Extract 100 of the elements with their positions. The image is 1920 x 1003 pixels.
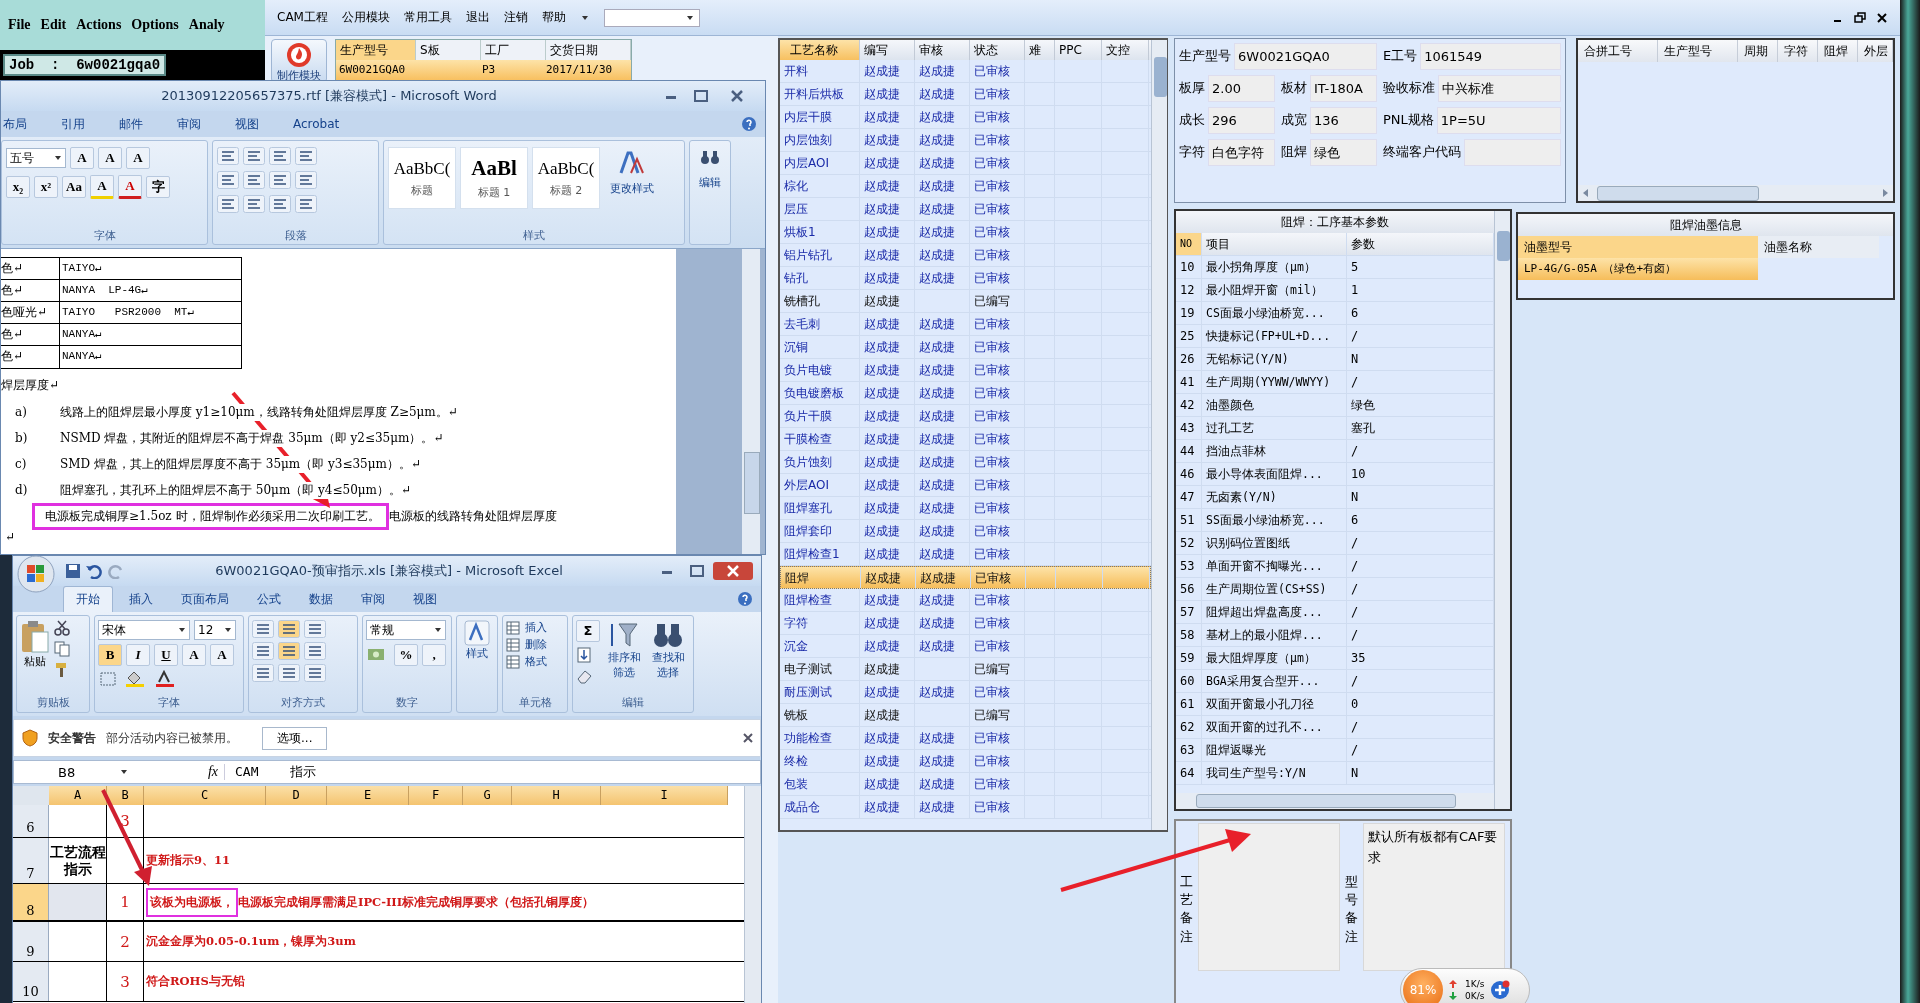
column-header[interactable]: C [144, 786, 266, 805]
format-button[interactable]: A [126, 147, 150, 169]
text-lines-icon[interactable] [269, 195, 291, 213]
text-field[interactable]: 296 [1208, 106, 1275, 134]
save-icon[interactable] [65, 563, 81, 579]
menu-item[interactable]: Actions [76, 17, 122, 33]
column-header[interactable]: F [409, 786, 463, 805]
menu-item[interactable]: CAM工程 [277, 9, 328, 26]
column-header[interactable]: 难 [1025, 40, 1055, 60]
format-button[interactable]: A [118, 175, 142, 199]
process-row[interactable]: 负片电镀 赵成捷 赵成捷 已审核 [780, 359, 1151, 382]
font-size-select[interactable]: 12 [194, 620, 236, 640]
ribbon-tab[interactable]: 审阅 [349, 587, 397, 612]
row-header[interactable]: 8 [13, 884, 49, 920]
text-area[interactable]: 默认所有板都有CAF要求 [1363, 823, 1505, 971]
text-lines-icon[interactable] [269, 171, 291, 189]
column-header[interactable]: D [266, 786, 327, 805]
insert-function-button[interactable]: fx [138, 764, 225, 780]
fill-down-icon[interactable] [576, 647, 594, 663]
row-header[interactable]: 9 [13, 922, 49, 961]
process-row[interactable]: 电子测试 赵成捷 已编写 [780, 658, 1151, 681]
ribbon-tab[interactable]: 邮件 [119, 115, 143, 133]
column-header[interactable]: 文控 [1102, 40, 1149, 60]
process-row[interactable]: 去毛刺 赵成捷 赵成捷 已审核 [780, 313, 1151, 336]
column-header[interactable]: 审核 [915, 40, 970, 60]
process-row[interactable]: 烘板1 赵成捷 赵成捷 已审核 [780, 221, 1151, 244]
help-icon[interactable] [737, 591, 753, 607]
format-button[interactable]: , [422, 644, 446, 666]
column-header[interactable]: 油墨型号 [1518, 236, 1758, 258]
text-field[interactable]: 6W0021GQA0 [1234, 42, 1377, 70]
scrollbar[interactable] [1151, 40, 1167, 830]
text-lines-icon[interactable] [243, 147, 265, 165]
process-row[interactable]: 阻焊套印 赵成捷 赵成捷 已审核 [780, 520, 1151, 543]
format-button[interactable]: Aa [62, 176, 86, 198]
text-lines-icon[interactable] [217, 195, 239, 213]
process-row[interactable]: 内层AOI 赵成捷 赵成捷 已审核 [780, 152, 1151, 175]
text-lines-icon[interactable] [252, 664, 274, 682]
process-row[interactable]: 钻孔 赵成捷 赵成捷 已审核 [780, 267, 1151, 290]
menu-item[interactable]: 退出 [465, 9, 490, 26]
ribbon-tab[interactable]: Acrobat [293, 117, 340, 131]
process-row[interactable]: 开料 赵成捷 赵成捷 已审核 [780, 60, 1151, 83]
column-header[interactable]: H [512, 786, 601, 805]
ribbon-tab[interactable]: 插入 [117, 587, 165, 612]
order-row[interactable]: 6W0021GQA0 P3 2017/11/30 [336, 60, 631, 80]
text-lines-icon[interactable] [243, 195, 265, 213]
style-option[interactable]: AaBl 标题 1 [460, 147, 528, 209]
text-field[interactable]: 绿色 [1310, 138, 1377, 166]
process-row[interactable]: 成品仓 赵成捷 赵成捷 已审核 [780, 796, 1151, 819]
cells-button[interactable]: 删除 [506, 637, 564, 652]
format-button[interactable]: A [98, 147, 122, 169]
ribbon-tab[interactable]: 布局 [3, 115, 27, 133]
office-button-icon[interactable] [17, 555, 55, 593]
find-select-button[interactable]: 查找和选择 [648, 620, 688, 694]
number-format-select[interactable]: 常规 [366, 620, 446, 640]
scissors-icon[interactable] [54, 620, 70, 636]
scroll-left-icon[interactable] [1581, 187, 1591, 199]
process-row[interactable]: 内层干膜 赵成捷 赵成捷 已审核 [780, 106, 1151, 129]
column-header[interactable]: 项目 [1202, 233, 1347, 255]
column-header[interactable]: NO [1176, 233, 1202, 255]
column-header[interactable]: 交货日期 [546, 40, 631, 60]
cells-button[interactable]: 插入 [506, 620, 564, 635]
format-button[interactable]: x₂ [6, 176, 30, 198]
formula-field[interactable]: CAM 指示 [229, 763, 316, 781]
process-row[interactable]: 开料后烘板 赵成捷 赵成捷 已审核 [780, 83, 1151, 106]
process-row[interactable]: 阻焊检查 赵成捷 赵成捷 已审核 [780, 589, 1151, 612]
text-lines-icon[interactable] [243, 171, 265, 189]
ribbon-tab[interactable]: 开始 [63, 586, 113, 612]
ribbon-tab[interactable]: 视图 [401, 587, 449, 612]
format-button[interactable]: B [98, 644, 122, 666]
process-row[interactable]: 阻焊 赵成捷 赵成捷 已审核 [780, 566, 1151, 589]
module-button[interactable]: 制作模块 [271, 39, 327, 83]
text-lines-icon[interactable] [278, 620, 300, 638]
scrollbar[interactable] [744, 786, 761, 1003]
close-icon[interactable] [742, 732, 754, 744]
process-row[interactable]: 功能检查 赵成捷 赵成捷 已审核 [780, 727, 1151, 750]
restore-icon[interactable] [1854, 11, 1866, 24]
paste-button[interactable]: 粘贴 [20, 620, 50, 678]
column-header[interactable]: G [463, 786, 512, 805]
process-row[interactable]: 干膜检查 赵成捷 赵成捷 已审核 [780, 428, 1151, 451]
scrollbar[interactable] [1494, 211, 1510, 809]
text-lines-icon[interactable] [295, 195, 317, 213]
format-button[interactable]: A [90, 175, 114, 199]
ribbon-tab[interactable]: 公式 [245, 587, 293, 612]
ribbon-tab[interactable]: 数据 [297, 587, 345, 612]
column-header[interactable]: 生产型号 [336, 40, 416, 60]
menu-item[interactable]: 公用模块 [341, 9, 390, 26]
text-field[interactable]: 1061549 [1420, 42, 1561, 70]
process-row[interactable]: 负片蚀刻 赵成捷 赵成捷 已审核 [780, 451, 1151, 474]
ribbon-tab[interactable]: 页面布局 [169, 587, 241, 612]
text-lines-icon[interactable] [252, 620, 274, 638]
text-field[interactable]: 2.00 [1208, 74, 1275, 102]
column-header[interactable]: 合拼工号 [1578, 40, 1658, 62]
format-button[interactable]: A [70, 147, 94, 169]
process-row[interactable]: 负片干膜 赵成捷 赵成捷 已审核 [780, 405, 1151, 428]
process-row[interactable]: 字符 赵成捷 赵成捷 已审核 [780, 612, 1151, 635]
text-field[interactable]: 白色字符 [1208, 138, 1275, 166]
menu-item[interactable]: 帮助 [541, 9, 566, 26]
column-header[interactable]: PPC [1055, 40, 1102, 60]
name-box[interactable]: B8 [14, 764, 134, 780]
scroll-right-icon[interactable] [1880, 187, 1890, 199]
